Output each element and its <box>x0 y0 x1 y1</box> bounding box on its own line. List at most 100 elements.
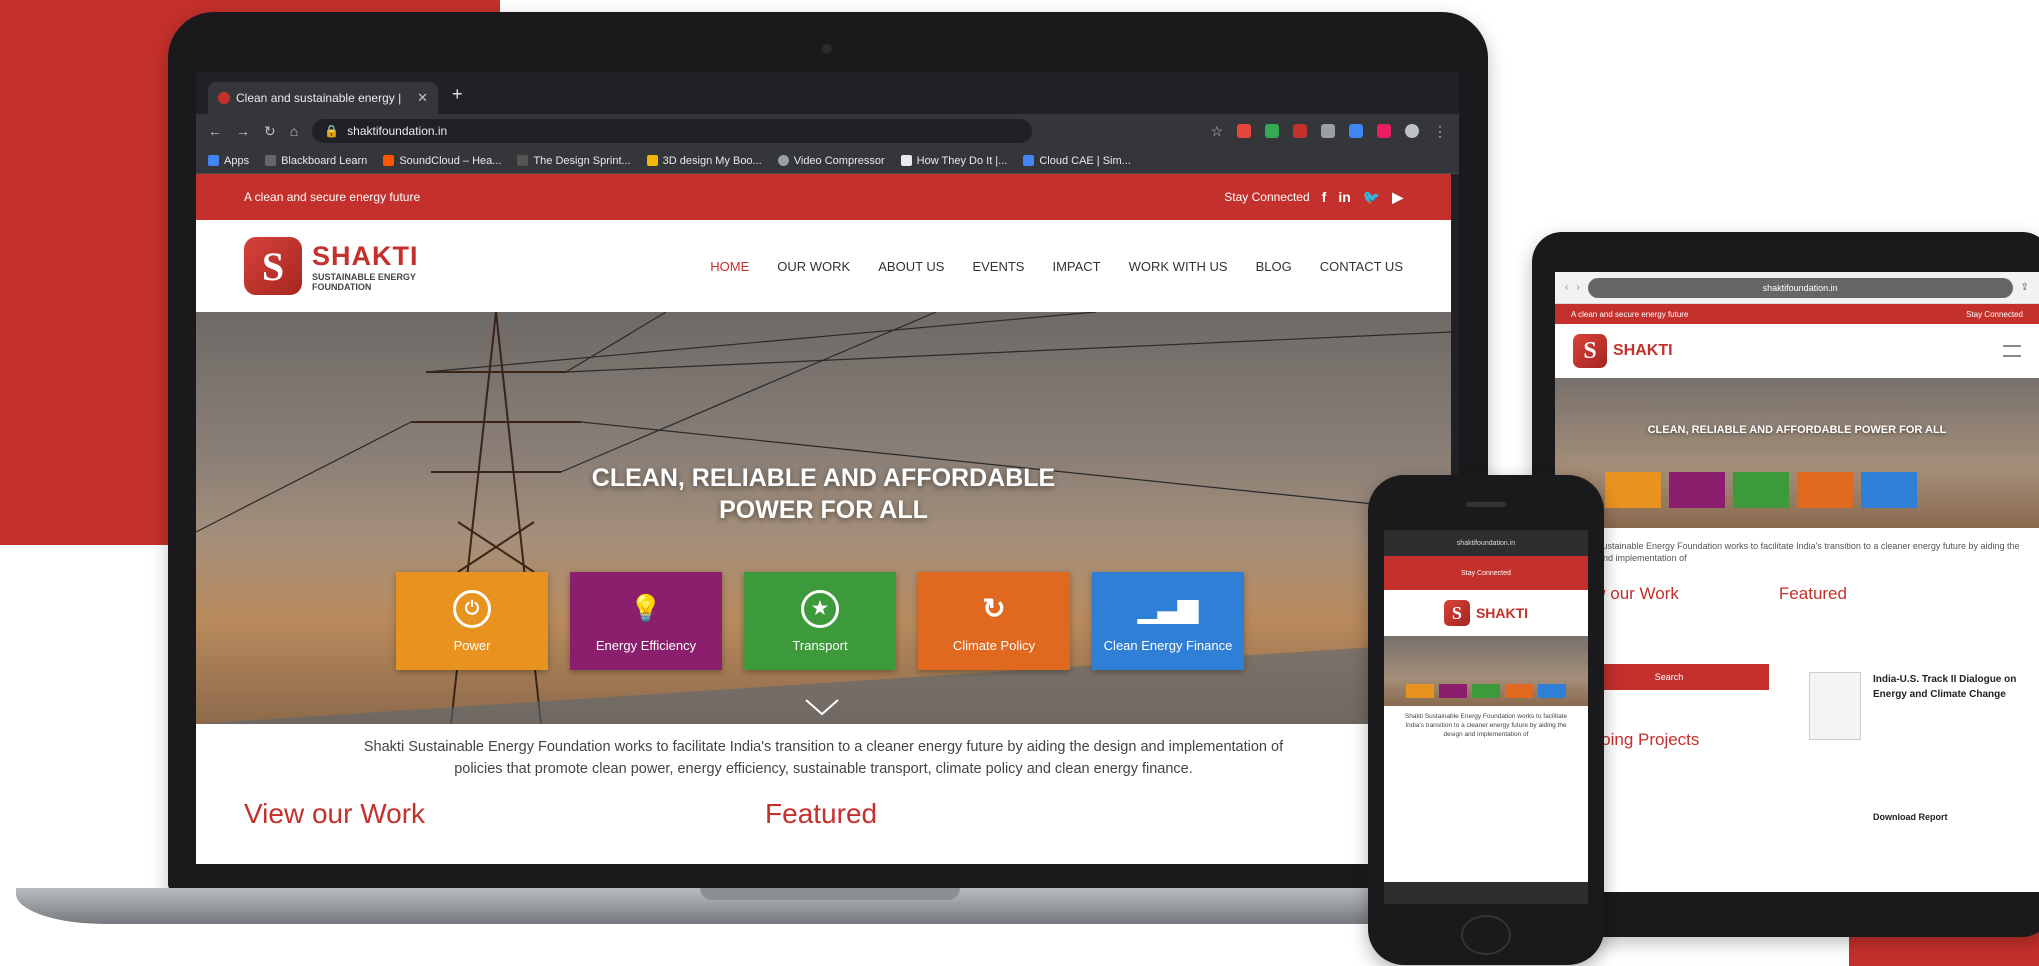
star-icon: ★ <box>801 589 839 628</box>
laptop-notch <box>700 888 960 900</box>
cycle-icon: ↻ <box>982 593 1006 624</box>
tile-clean-energy-finance[interactable]: ▁▃▆ Clean Energy Finance <box>1092 572 1244 670</box>
extension-icon[interactable] <box>1321 124 1335 138</box>
phone-screen: shaktifoundation.in Stay Connected S SHA… <box>1384 530 1588 904</box>
phone-home-button[interactable] <box>1461 915 1511 955</box>
profile-avatar-icon[interactable] <box>1405 124 1419 138</box>
bookmark-item[interactable]: How They Do It |... <box>900 155 1007 167</box>
tile-climate-policy[interactable] <box>1797 472 1853 508</box>
browser-tab[interactable]: Clean and sustainable energy | ✕ <box>208 82 438 114</box>
plug-icon: ⏻ <box>453 589 491 628</box>
linkedin-icon[interactable]: in <box>1338 189 1350 205</box>
phone-hero <box>1384 636 1588 706</box>
menu-item-impact[interactable]: IMPACT <box>1052 259 1100 274</box>
tile-climate-policy[interactable] <box>1505 684 1533 698</box>
tablet-logo-title: SHAKTI <box>1613 342 1673 359</box>
menu-item-blog[interactable]: BLOG <box>1256 259 1292 274</box>
tile-clean-energy-finance[interactable] <box>1861 472 1917 508</box>
forward-icon[interactable]: → <box>236 123 250 139</box>
browser-navbar: ← → ↻ ⌂ 🔒 shaktifoundation.in ☆ ⋮ <box>196 114 1459 148</box>
hero-banner: CLEAN, RELIABLE AND AFFORDABLE POWER FOR… <box>196 312 1451 724</box>
featured-report-title[interactable]: India-U.S. Track II Dialogue on Energy a… <box>1873 672 2023 702</box>
tile-power[interactable]: ⏻ Power <box>396 572 548 670</box>
site-topbar: A clean and secure energy future Stay Co… <box>196 174 1451 220</box>
chart-icon: ▁▃▆ <box>1138 593 1198 623</box>
extension-icon[interactable] <box>1265 124 1279 138</box>
bookmark-item[interactable]: 3D design My Boo... <box>646 155 762 167</box>
facebook-icon[interactable]: f <box>1322 189 1327 205</box>
bookmark-item[interactable]: SoundCloud – Hea... <box>383 155 501 167</box>
tile-energy-efficiency[interactable] <box>1669 472 1725 508</box>
bookmark-item[interactable]: Cloud CAE | Sim... <box>1023 155 1131 167</box>
bookmark-item[interactable]: The Design Sprint... <box>517 155 631 167</box>
bookmark-item[interactable]: Blackboard Learn <box>265 155 367 167</box>
tab-title: Clean and sustainable energy | <box>236 91 402 105</box>
phone-toolbar <box>1384 882 1588 904</box>
scroll-down-chevron-icon[interactable] <box>804 698 840 716</box>
forward-icon[interactable]: › <box>1576 282 1579 293</box>
tablet-browser-chrome: ‹ › shaktifoundation.in ⇪ <box>1555 272 2039 304</box>
tablet-section-headings: View our Work Featured <box>1569 584 1847 603</box>
hero-title: CLEAN, RELIABLE AND AFFORDABLE POWER FOR… <box>591 464 1056 524</box>
main-menu: HOME OUR WORK ABOUT US EVENTS IMPACT WOR… <box>710 259 1403 274</box>
site-header: S SHAKTI SUSTAINABLE ENERGY FOUNDATION H… <box>196 220 1451 312</box>
logo-title: SHAKTI <box>312 240 419 271</box>
menu-item-work-with-us[interactable]: WORK WITH US <box>1129 259 1228 274</box>
back-icon[interactable]: ← <box>208 123 222 139</box>
bookmark-icon <box>517 155 529 166</box>
tile-transport[interactable]: ★ Transport <box>744 572 896 670</box>
menu-item-our-work[interactable]: OUR WORK <box>777 259 850 274</box>
close-icon[interactable]: ✕ <box>417 90 428 106</box>
twitter-icon[interactable]: 🐦 <box>1363 189 1380 206</box>
menu-item-contact-us[interactable]: CONTACT US <box>1320 259 1403 274</box>
laptop-screen: Clean and sustainable energy | ✕ + ← → ↻… <box>196 72 1459 864</box>
menu-kebab-icon[interactable]: ⋮ <box>1433 123 1447 140</box>
bookmark-icon <box>1023 155 1035 166</box>
address-bar[interactable]: 🔒 shaktifoundation.in <box>312 119 1033 143</box>
phone-address-bar[interactable]: shaktifoundation.in <box>1384 530 1588 556</box>
extension-icon[interactable] <box>1237 124 1251 138</box>
report-thumbnail[interactable] <box>1809 672 1861 740</box>
download-report-link[interactable]: Download Report <box>1873 812 1948 822</box>
shakti-logo-icon[interactable]: S <box>1573 334 1607 368</box>
youtube-icon[interactable]: ▶ <box>1392 189 1403 206</box>
bookmark-apps[interactable]: Apps <box>208 155 249 167</box>
phone-topbar: Stay Connected <box>1384 556 1588 590</box>
phone-speaker <box>1466 502 1506 507</box>
phone-header: S SHAKTI <box>1384 590 1588 636</box>
shakti-logo-icon[interactable]: S <box>1443 600 1470 626</box>
new-tab-button[interactable]: + <box>452 84 463 105</box>
reload-icon[interactable]: ↻ <box>264 123 276 140</box>
tile-climate-policy[interactable]: ↻ Climate Policy <box>918 572 1070 670</box>
tile-transport[interactable] <box>1733 472 1789 508</box>
star-bookmark-icon[interactable]: ☆ <box>1210 123 1223 140</box>
back-icon[interactable]: ‹ <box>1565 282 1568 293</box>
favicon-icon <box>218 92 230 104</box>
intro-paragraph: Shakti Sustainable Energy Foundation wor… <box>363 739 1284 777</box>
view-our-work-heading: View our Work <box>244 798 426 829</box>
device-mockup-stage: Clean and sustainable energy | ✕ + ← → ↻… <box>0 0 2039 966</box>
tablet-address-bar[interactable]: shaktifoundation.in <box>1587 277 2013 298</box>
tile-energy-efficiency[interactable] <box>1439 684 1467 698</box>
share-icon[interactable]: ⇪ <box>2021 282 2029 293</box>
shakti-logo-icon[interactable]: S <box>244 237 302 295</box>
menu-item-about-us[interactable]: ABOUT US <box>878 259 944 274</box>
tile-power[interactable] <box>1605 472 1661 508</box>
url-text: shaktifoundation.in <box>347 124 448 138</box>
logo-subtitle: SUSTAINABLE ENERGY <box>312 271 416 282</box>
tile-power[interactable] <box>1406 684 1434 698</box>
extension-icon[interactable] <box>1377 124 1391 138</box>
home-icon[interactable]: ⌂ <box>290 123 298 139</box>
bookmark-icon <box>646 155 658 166</box>
menu-item-home[interactable]: HOME <box>710 259 749 274</box>
logo-text[interactable]: SHAKTI SUSTAINABLE ENERGY FOUNDATION <box>312 241 419 292</box>
menu-item-events[interactable]: EVENTS <box>972 259 1024 274</box>
extension-icon[interactable] <box>1293 124 1307 138</box>
apps-icon <box>208 155 219 166</box>
tile-clean-energy-finance[interactable] <box>1538 684 1566 698</box>
hamburger-menu-icon[interactable] <box>2003 345 2021 357</box>
tile-transport[interactable] <box>1472 684 1500 698</box>
bookmark-item[interactable]: Video Compressor <box>777 155 885 167</box>
extension-icon[interactable] <box>1349 124 1363 138</box>
tile-energy-efficiency[interactable]: 💡 Energy Efficiency <box>570 572 722 670</box>
